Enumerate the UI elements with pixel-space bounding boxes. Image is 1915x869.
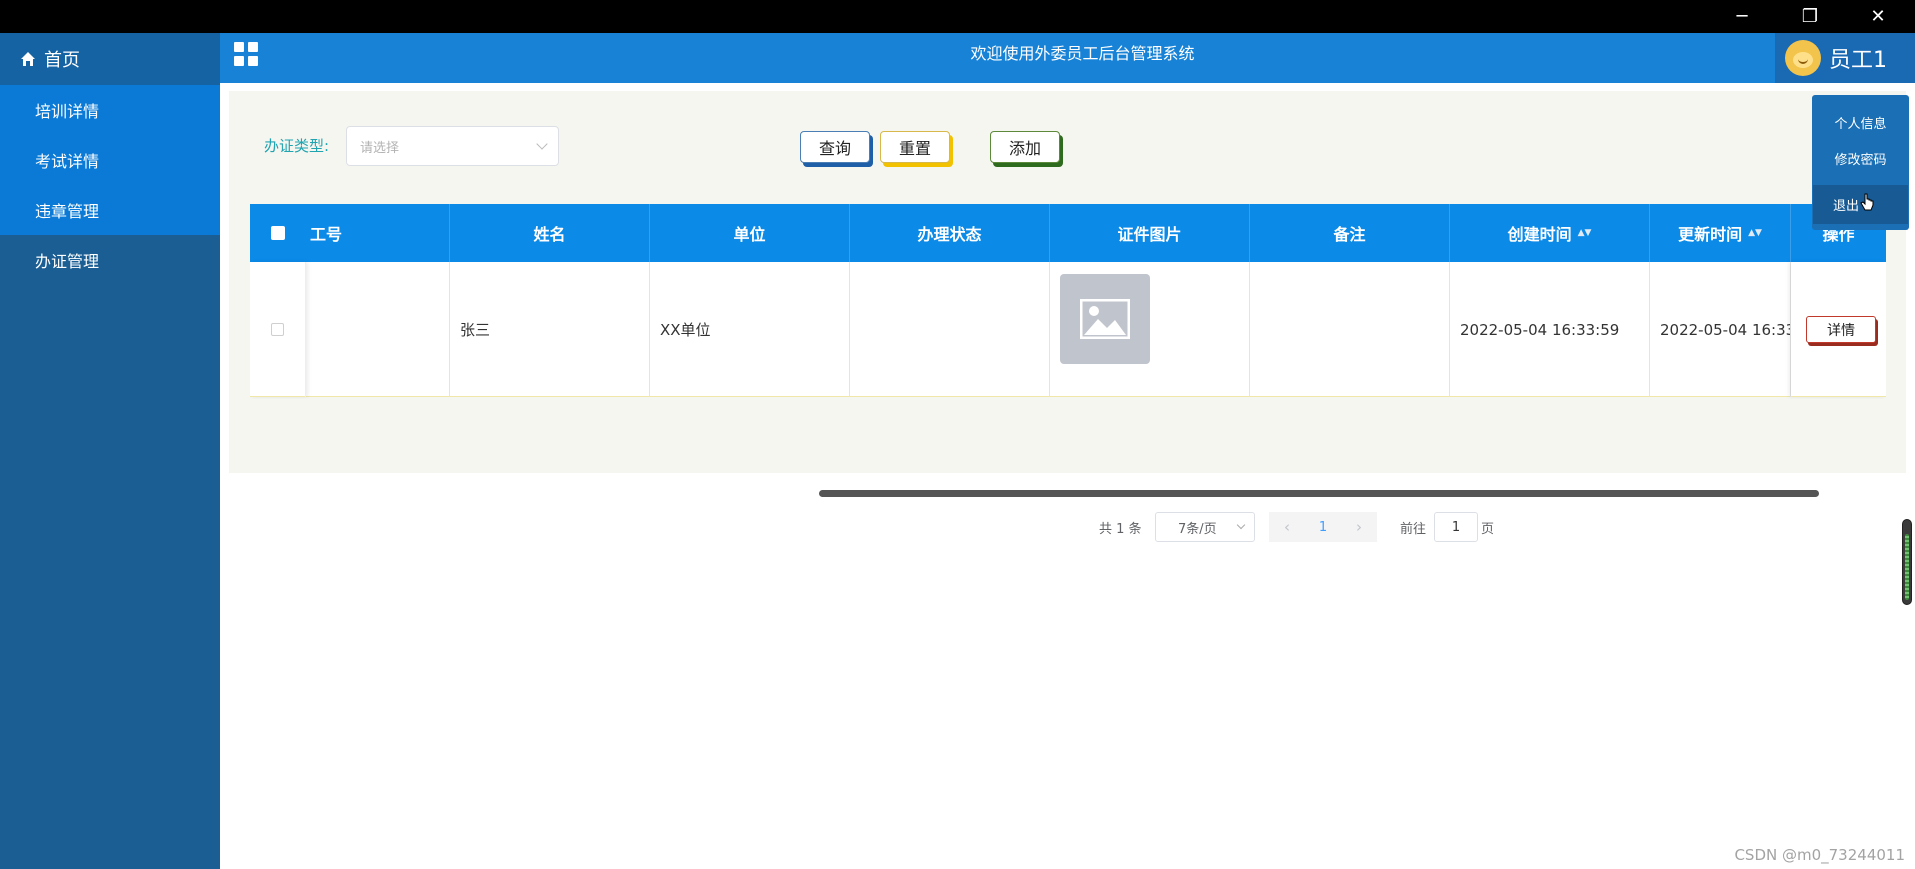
cell-name: 张三 (450, 262, 650, 397)
column-header-updated[interactable]: 更新时间 ▲▼ (1650, 204, 1791, 262)
username: 员工1 (1829, 48, 1887, 73)
window-titlebar: ─ ❐ ✕ (0, 0, 1915, 33)
column-header-label: 创建时间 (1507, 225, 1572, 244)
scrollbar-thumb[interactable] (819, 490, 1819, 497)
hand-cursor-icon (1860, 193, 1874, 211)
table-body: 张三 XX单位 2022-05-04 16:33:59 2022-05-04 1… (250, 262, 1886, 397)
table-horizontal-scrollbar[interactable] (819, 490, 1819, 498)
next-page-button[interactable]: › (1341, 512, 1377, 542)
content-panel: 办证类型: 请选择 查询 重置 添加 工号 姓名 单位 办理状态 证件图片 备注… (229, 91, 1906, 542)
prev-page-button[interactable]: ‹ (1269, 512, 1305, 542)
sidebar-item-exam[interactable]: 考试详情 (0, 135, 220, 185)
sort-icon[interactable]: ▲▼ (1578, 228, 1592, 237)
top-header: 欢迎使用外委员工后台管理系统 员工1 (220, 33, 1915, 83)
page-size-value: 7条/页 (1178, 521, 1217, 537)
select-all-cell (250, 204, 306, 262)
goto-label: 前往 (1400, 521, 1427, 537)
sort-icon[interactable]: ▲▼ (1748, 228, 1762, 237)
page-suffix: 页 (1481, 521, 1495, 537)
page-size-select[interactable]: 7条/页 (1155, 512, 1255, 542)
column-header-name: 姓名 (450, 204, 650, 262)
select-all-checkbox[interactable] (271, 226, 285, 240)
goto-page-input[interactable]: 1 (1434, 512, 1478, 542)
avatar (1785, 40, 1821, 76)
page-vertical-scrollbar[interactable] (1902, 519, 1912, 605)
close-button[interactable]: ✕ (1844, 0, 1912, 33)
data-table: 工号 姓名 单位 办理状态 证件图片 备注 创建时间 ▲▼ 更新时间 ▲▼ 操作 (250, 204, 1886, 399)
cell-unit: XX单位 (650, 262, 850, 397)
restore-button[interactable]: ❐ (1776, 0, 1844, 33)
chevron-down-icon (1236, 520, 1246, 530)
add-button[interactable]: 添加 (990, 131, 1060, 163)
row-select-cell (250, 262, 306, 397)
menu-item-profile[interactable]: 个人信息 (1812, 113, 1909, 132)
sidebar-item-home[interactable]: 首页 (0, 33, 220, 85)
page-number-1[interactable]: 1 (1305, 512, 1341, 542)
cell-id (306, 262, 450, 397)
table-header: 工号 姓名 单位 办理状态 证件图片 备注 创建时间 ▲▼ 更新时间 ▲▼ 操作 (250, 204, 1886, 262)
column-header-photo: 证件图片 (1050, 204, 1250, 262)
sidebar: 首页 培训详情 考试详情 违章管理 办证管理 (0, 33, 220, 869)
cell-action: 详情 (1791, 262, 1886, 397)
minimize-button[interactable]: ─ (1708, 0, 1776, 33)
watermark: CSDN @m0_73244011 (1734, 846, 1905, 864)
column-header-label: 更新时间 (1678, 225, 1743, 244)
reset-button[interactable]: 重置 (880, 131, 950, 163)
image-placeholder-icon[interactable] (1060, 274, 1150, 364)
cell-created: 2022-05-04 16:33:59 (1450, 262, 1650, 397)
column-header-unit: 单位 (650, 204, 850, 262)
sidebar-item-violation[interactable]: 违章管理 (0, 185, 220, 235)
pagination-total: 共 1 条 (1099, 521, 1142, 537)
picture-icon (1080, 299, 1130, 339)
column-header-id: 工号 (306, 204, 450, 262)
row-checkbox[interactable] (271, 323, 284, 336)
column-header-remark: 备注 (1250, 204, 1450, 262)
filter-label: 办证类型: (264, 137, 330, 155)
sidebar-item-label: 首页 (44, 50, 80, 71)
sidebar-item-training[interactable]: 培训详情 (0, 85, 220, 135)
cell-updated: 2022-05-04 16:33: (1650, 262, 1791, 397)
home-icon (21, 52, 35, 66)
column-header-status: 办理状态 (850, 204, 1050, 262)
page-title: 欢迎使用外委员工后台管理系统 (970, 44, 1195, 63)
cell-remark (1250, 262, 1450, 397)
certificate-type-select[interactable]: 请选择 (346, 126, 559, 166)
sidebar-item-certificate[interactable]: 办证管理 (0, 235, 220, 285)
cell-photo (1050, 262, 1250, 397)
menu-item-change-password[interactable]: 修改密码 (1812, 149, 1909, 168)
detail-button[interactable]: 详情 (1806, 316, 1876, 343)
user-menu-trigger[interactable]: 员工1 (1775, 33, 1915, 83)
column-header-created[interactable]: 创建时间 ▲▼ (1450, 204, 1650, 262)
cell-status (850, 262, 1050, 397)
select-placeholder: 请选择 (360, 141, 400, 156)
chevron-down-icon (536, 138, 548, 150)
scrollbar-thumb[interactable] (1905, 534, 1909, 600)
query-button[interactable]: 查询 (800, 131, 870, 163)
sidebar-submenu: 培训详情 考试详情 违章管理 (0, 85, 220, 235)
